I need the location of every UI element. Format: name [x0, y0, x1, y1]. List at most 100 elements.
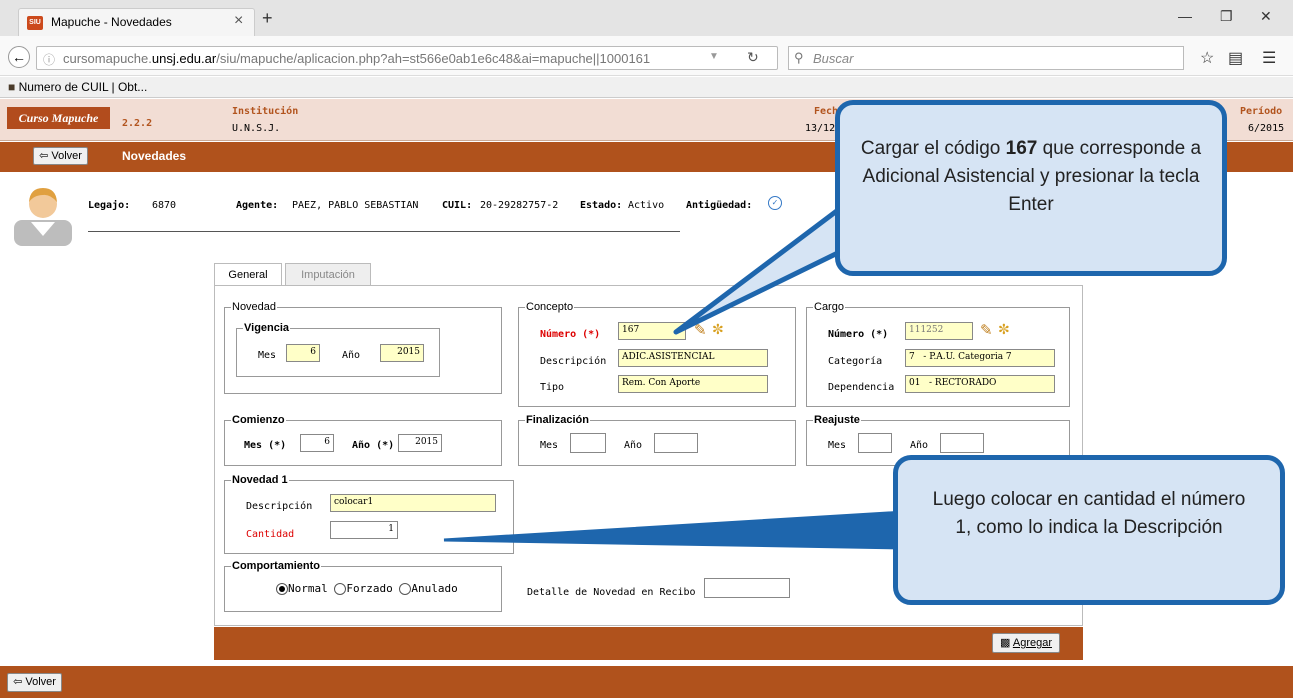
- folder-icon: ■: [8, 80, 16, 94]
- radio-anulado[interactable]: Anulado: [399, 582, 458, 595]
- agente-value: PAEZ, PABLO SEBASTIAN: [292, 200, 419, 211]
- periodo-label: Período: [1240, 106, 1283, 117]
- cuil-label: CUIL:: [442, 200, 473, 211]
- comienzo-mes-label: Mes (*): [244, 440, 287, 451]
- vigencia-anio-input[interactable]: 2015: [380, 344, 424, 362]
- reload-icon[interactable]: ↻: [747, 49, 759, 66]
- concepto-descripcion-input[interactable]: ADIC.ASISTENCIAL: [618, 349, 768, 367]
- divider: [88, 231, 680, 232]
- comienzo-mes-input[interactable]: 6: [300, 434, 334, 452]
- back-arrow-icon: ⇦: [13, 676, 23, 688]
- legajo-label: Legajo:: [88, 200, 131, 211]
- finalizacion-anio-input[interactable]: [654, 433, 698, 453]
- comportamiento-options: Normal Forzado Anulado: [276, 582, 458, 595]
- reajuste-mes-label: Mes: [828, 440, 847, 451]
- browser-tab[interactable]: SIU Mapuche - Novedades ×: [18, 8, 255, 36]
- finalizacion-mes-label: Mes: [540, 440, 559, 451]
- comienzo-anio-input[interactable]: 2015: [398, 434, 442, 452]
- edit-pencil-icon[interactable]: ✎: [694, 321, 707, 339]
- novedad1-fieldset: Novedad 1: [224, 474, 514, 554]
- volver-button[interactable]: ⇦ Volver: [33, 147, 88, 165]
- finalizacion-anio-label: Año: [624, 440, 643, 451]
- callout-bottom: Luego colocar en cantidad el número 1, c…: [893, 455, 1285, 605]
- radio-anulado-icon: [399, 583, 412, 595]
- concepto-descripcion-label: Descripción: [540, 356, 607, 367]
- dropdown-arrow-icon[interactable]: ▼: [709, 51, 719, 62]
- reajuste-anio-input[interactable]: [940, 433, 984, 453]
- footer-volver-button[interactable]: ⇦ Volver: [7, 673, 62, 692]
- bookmarks-bar: ■ Numero de CUIL | Obt...: [0, 77, 1293, 98]
- site-info-icon[interactable]: ⓘ: [43, 51, 55, 68]
- estado-value: Activo: [628, 200, 665, 211]
- siu-favicon-icon: SIU: [27, 16, 43, 30]
- radio-forzado-icon: [334, 583, 347, 595]
- concepto-tipo-label: Tipo: [540, 382, 565, 393]
- finalizacion-mes-input[interactable]: [570, 433, 606, 453]
- menu-icon[interactable]: ☰: [1262, 48, 1276, 68]
- vigencia-mes-input[interactable]: 6: [286, 344, 320, 362]
- institucion-label: Institución: [232, 106, 299, 117]
- app-logo: Curso Mapuche: [7, 107, 110, 129]
- cargo-numero-input[interactable]: 111252: [905, 322, 973, 340]
- search-box[interactable]: ⚲ Buscar: [788, 46, 1184, 70]
- vigencia-mes-label: Mes: [258, 350, 277, 361]
- cargo-categoria-label: Categoría: [828, 356, 883, 367]
- agente-label: Agente:: [236, 200, 279, 211]
- close-window-icon[interactable]: ✕: [1260, 8, 1272, 25]
- minimize-icon[interactable]: —: [1178, 8, 1192, 24]
- legajo-value: 6870: [152, 200, 177, 211]
- bookmark-item[interactable]: ■ Numero de CUIL | Obt...: [8, 80, 147, 94]
- magnifier-icon: ⚲: [794, 50, 804, 65]
- institucion-value: U.N.S.J.: [232, 123, 281, 134]
- form-actions-bar: [214, 627, 1083, 660]
- url-text: cursomapuche.unsj.edu.ar/siu/mapuche/apl…: [63, 51, 651, 66]
- novedad1-descripcion-input[interactable]: colocar1: [330, 494, 496, 512]
- concepto-tipo-input[interactable]: Rem. Con Aporte: [618, 375, 768, 393]
- floppy-disk-icon: ▩: [1000, 637, 1011, 649]
- concepto-numero-label: Número (*): [540, 329, 601, 340]
- page-footer: [0, 666, 1293, 698]
- cuil-value: 20-29282757-2: [480, 200, 559, 211]
- detalle-label: Detalle de Novedad en Recibo: [527, 587, 696, 598]
- callout-top: Cargar el código 167 que corresponde a A…: [835, 100, 1227, 276]
- vigencia-anio-label: Año: [342, 350, 361, 361]
- estado-label: Estado:: [580, 200, 623, 211]
- new-tab-button[interactable]: +: [262, 8, 273, 29]
- novedad1-cantidad-input[interactable]: 1: [330, 521, 398, 539]
- detalle-input[interactable]: [704, 578, 790, 598]
- back-arrow-icon[interactable]: ←: [8, 46, 30, 68]
- tab-general[interactable]: General: [214, 263, 282, 287]
- clock-icon[interactable]: ✓: [768, 196, 782, 210]
- url-bar[interactable]: ⓘ cursomapuche.unsj.edu.ar/siu/mapuche/a…: [36, 46, 778, 70]
- reading-list-icon[interactable]: ▤: [1228, 48, 1243, 68]
- version-label: 2.2.2: [122, 118, 153, 129]
- restore-icon[interactable]: ❐: [1220, 8, 1233, 25]
- novedad1-descripcion-label: Descripción: [246, 501, 313, 512]
- radio-normal-icon: [276, 583, 288, 595]
- back-arrow-icon: ⇦: [39, 150, 49, 162]
- comienzo-anio-label: Año (*): [352, 440, 395, 451]
- edit-pencil-icon[interactable]: ✎: [980, 321, 993, 339]
- tab-close-icon[interactable]: ×: [234, 12, 243, 30]
- radio-forzado[interactable]: Forzado: [334, 582, 393, 595]
- cargo-numero-label: Número (*): [828, 329, 889, 340]
- broom-icon[interactable]: ✼: [712, 321, 724, 338]
- search-input[interactable]: Buscar: [813, 51, 853, 66]
- page-title: Novedades: [122, 149, 187, 163]
- broom-icon[interactable]: ✼: [998, 321, 1010, 338]
- bookmark-star-icon[interactable]: ☆: [1200, 48, 1214, 68]
- cargo-dependencia-input[interactable]: 01 - RECTORADO: [905, 375, 1055, 393]
- user-avatar-icon: [14, 188, 72, 246]
- agregar-button[interactable]: ▩ Agregar: [992, 633, 1060, 653]
- periodo-value: 6/2015: [1248, 123, 1285, 134]
- concepto-numero-input[interactable]: 167: [618, 322, 686, 340]
- cargo-dependencia-label: Dependencia: [828, 382, 895, 393]
- reajuste-anio-label: Año: [910, 440, 929, 451]
- antiguedad-label: Antigüedad:: [686, 200, 753, 211]
- radio-normal[interactable]: Normal: [276, 582, 328, 595]
- novedad1-cantidad-label: Cantidad: [246, 529, 295, 540]
- tab-title: Mapuche - Novedades: [51, 15, 172, 29]
- reajuste-mes-input[interactable]: [858, 433, 892, 453]
- tab-imputacion[interactable]: Imputación: [285, 263, 371, 286]
- cargo-categoria-input[interactable]: 7 - P.A.U. Categoria 7: [905, 349, 1055, 367]
